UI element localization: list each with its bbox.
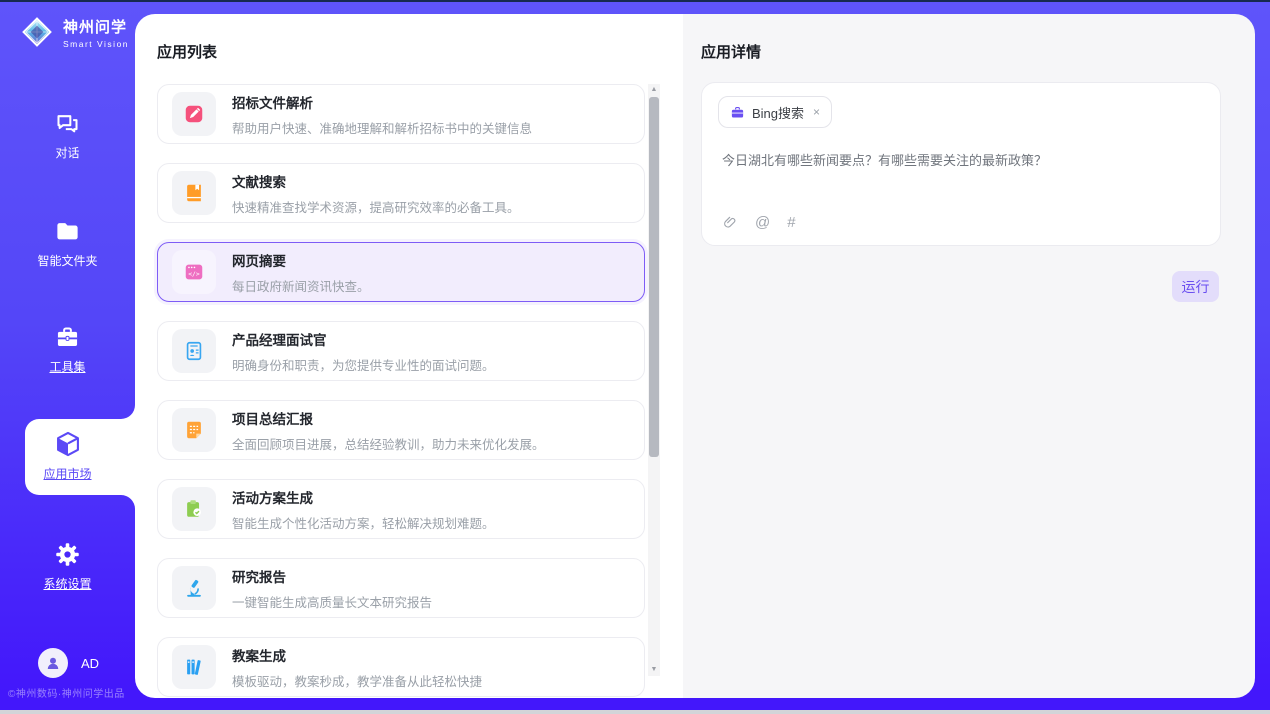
- note-icon: [172, 408, 216, 452]
- input-toolbar: @ #: [722, 214, 796, 231]
- app-card-bid-analysis[interactable]: 招标文件解析 帮助用户快速、准确地理解和解析招标书中的关键信息: [157, 84, 645, 144]
- books-icon: [172, 645, 216, 689]
- briefcase-icon: [730, 105, 745, 120]
- resume-icon: [172, 329, 216, 373]
- scrollbar-thumb[interactable]: [649, 97, 659, 457]
- svg-text:</>: </>: [188, 270, 200, 278]
- avatar[interactable]: [38, 648, 68, 678]
- app-list-panel: 应用列表 招标文件解析 帮助用户快速、准确地理解和解析招标书中的关键信息 文献搜…: [135, 14, 683, 698]
- user-initials: AD: [81, 656, 99, 671]
- app-detail-panel: 应用详情 Bing搜索 × 今日湖北有哪些新闻要点？有哪些需要关注的最新政策？ …: [683, 14, 1255, 698]
- app-name: 招标文件解析: [232, 92, 532, 112]
- scroll-down-arrow[interactable]: ▼: [648, 664, 660, 676]
- edit-square-icon: [172, 92, 216, 136]
- app-name: 活动方案生成: [232, 487, 495, 507]
- app-card-project-summary[interactable]: 项目总结汇报 全面回顾项目进展，总结经验教训，助力未来优化发展。: [157, 400, 645, 460]
- scroll-up-arrow[interactable]: ▲: [648, 84, 660, 96]
- app-name: 教案生成: [232, 645, 482, 665]
- diamond-logo-icon: [18, 13, 56, 51]
- app-card-pm-interviewer[interactable]: 产品经理面试官 明确身份和职责，为您提供专业性的面试问题。: [157, 321, 645, 381]
- tool-chip-bing-search[interactable]: Bing搜索 ×: [718, 96, 832, 128]
- gear-icon: [54, 541, 81, 568]
- window-bottom-edge: [0, 710, 1270, 714]
- chat-icon: [54, 110, 81, 137]
- app-name: 产品经理面试官: [232, 329, 495, 349]
- sidebar-item-app-market[interactable]: 应用市场: [0, 430, 135, 482]
- app-card-web-summary[interactable]: </> 网页摘要 每日政府新闻资讯快查。: [157, 242, 645, 302]
- app-name: 网页摘要: [232, 250, 370, 270]
- app-description: 明确身份和职责，为您提供专业性的面试问题。: [232, 355, 495, 374]
- clipboard-check-icon: [172, 487, 216, 531]
- at-icon[interactable]: @: [755, 214, 770, 231]
- book-icon: [172, 171, 216, 215]
- app-name: 文献搜索: [232, 171, 520, 191]
- sidebar: 神州问学 Smart Vision 对话 智能文件夹 工具集: [0, 0, 135, 714]
- brand-name: 神州问学: [63, 16, 129, 37]
- tool-chip-label: Bing搜索: [752, 103, 804, 122]
- user-account[interactable]: AD: [38, 648, 99, 678]
- sidebar-item-label: 对话: [0, 144, 135, 161]
- app-list-title: 应用列表: [157, 41, 217, 62]
- run-button[interactable]: 运行: [1172, 271, 1219, 302]
- app-name: 项目总结汇报: [232, 408, 545, 428]
- app-card-research-report[interactable]: 研究报告 一键智能生成高质量长文本研究报告: [157, 558, 645, 618]
- app-description: 一键智能生成高质量长文本研究报告: [232, 592, 432, 611]
- sidebar-item-chat[interactable]: 对话: [0, 110, 135, 161]
- app-card-event-plan[interactable]: 活动方案生成 智能生成个性化活动方案，轻松解决规划难题。: [157, 479, 645, 539]
- brand-subtitle: Smart Vision: [63, 39, 129, 49]
- sidebar-item-settings[interactable]: 系统设置: [0, 541, 135, 592]
- brand-logo: 神州问学 Smart Vision: [18, 13, 129, 51]
- microscope-icon: [172, 566, 216, 610]
- app-description: 全面回顾项目进展，总结经验教训，助力未来优化发展。: [232, 434, 545, 453]
- paperclip-icon[interactable]: [722, 215, 738, 231]
- sidebar-item-label: 工具集: [0, 358, 135, 375]
- toolbox-icon: [54, 324, 81, 351]
- chip-close-icon[interactable]: ×: [813, 105, 820, 119]
- app-description: 每日政府新闻资讯快查。: [232, 276, 370, 295]
- app-description: 帮助用户快速、准确地理解和解析招标书中的关键信息: [232, 118, 532, 137]
- app-card-list: 招标文件解析 帮助用户快速、准确地理解和解析招标书中的关键信息 文献搜索 快速精…: [157, 84, 645, 698]
- browser-code-icon: </>: [172, 250, 216, 294]
- app-description: 智能生成个性化活动方案，轻松解决规划难题。: [232, 513, 495, 532]
- app-list-scrollbar[interactable]: ▲ ▼: [648, 84, 660, 676]
- copyright-footer: ©神州数码·神州问学出品: [8, 685, 125, 700]
- user-icon: [44, 654, 62, 672]
- query-input-card[interactable]: Bing搜索 × 今日湖北有哪些新闻要点？有哪些需要关注的最新政策？ @ #: [701, 82, 1221, 246]
- sidebar-item-label: 智能文件夹: [0, 252, 135, 269]
- app-description: 快速精准查找学术资源，提高研究效率的必备工具。: [232, 197, 520, 216]
- app-description: 模板驱动，教案秒成，教学准备从此轻松快捷: [232, 671, 482, 690]
- app-card-literature-search[interactable]: 文献搜索 快速精准查找学术资源，提高研究效率的必备工具。: [157, 163, 645, 223]
- hash-icon[interactable]: #: [787, 214, 795, 231]
- cube-icon: [54, 430, 82, 458]
- sidebar-item-label: 系统设置: [0, 575, 135, 592]
- main-content: 应用列表 招标文件解析 帮助用户快速、准确地理解和解析招标书中的关键信息 文献搜…: [135, 14, 1255, 698]
- sidebar-item-toolset[interactable]: 工具集: [0, 324, 135, 375]
- sidebar-item-smart-folder[interactable]: 智能文件夹: [0, 218, 135, 269]
- app-detail-title: 应用详情: [701, 41, 761, 62]
- folder-icon: [54, 218, 81, 245]
- query-text[interactable]: 今日湖北有哪些新闻要点？有哪些需要关注的最新政策？: [722, 151, 1204, 170]
- app-card-lesson-plan[interactable]: 教案生成 模板驱动，教案秒成，教学准备从此轻松快捷: [157, 637, 645, 697]
- app-name: 研究报告: [232, 566, 432, 586]
- sidebar-item-label: 应用市场: [0, 465, 135, 482]
- window-top-edge: [0, 0, 1270, 2]
